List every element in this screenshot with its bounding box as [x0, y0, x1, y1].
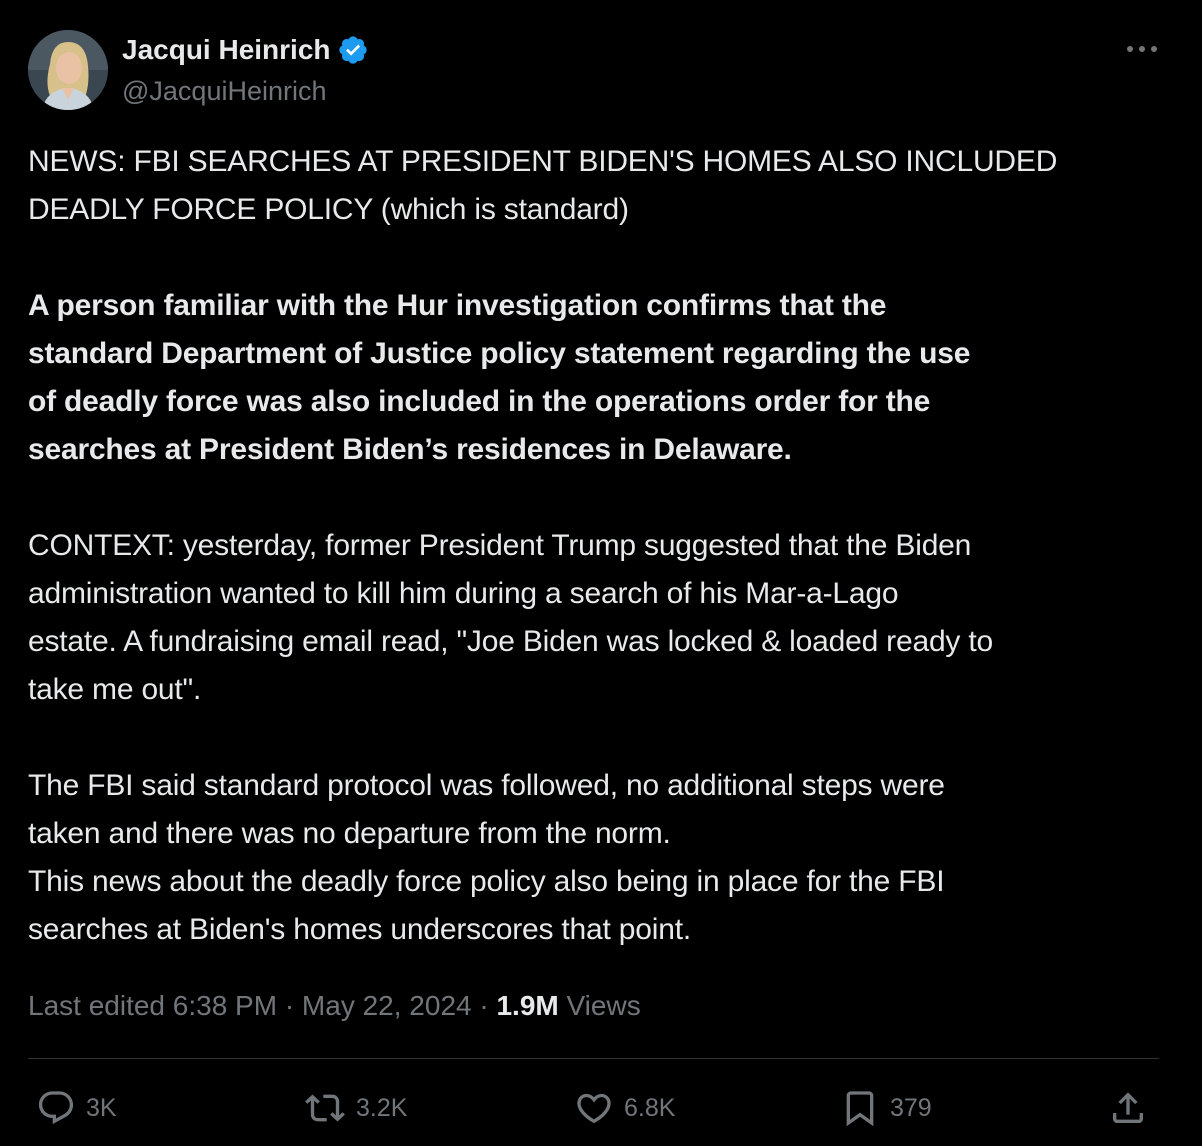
heart-icon [577, 1093, 611, 1124]
tweet-context-paragraph: CONTEXT: yesterday, former President Tru… [28, 529, 993, 706]
author-name[interactable]: Jacqui Heinrich [122, 30, 369, 70]
bookmark-count: 379 [890, 1093, 932, 1122]
tweet-container: Jacqui Heinrich @JacquiHeinrich NEWS: FB… [0, 0, 1202, 1146]
repost-count: 3.2K [356, 1093, 408, 1122]
more-options-button[interactable] [1122, 34, 1162, 64]
views-count: 1.9M [496, 990, 559, 1021]
reply-bubble-icon [38, 1091, 74, 1125]
bookmark-button[interactable]: 379 [840, 1080, 932, 1136]
repost-icon [305, 1094, 345, 1122]
reply-button[interactable]: 3K [36, 1080, 117, 1136]
author-display-name[interactable]: Jacqui Heinrich [122, 30, 331, 70]
share-button[interactable] [1108, 1080, 1148, 1136]
more-dots-icon [1127, 46, 1157, 52]
views-label: Views [558, 990, 641, 1021]
tweet-text: NEWS: FBI SEARCHES AT PRESIDENT BIDEN'S … [28, 138, 1178, 954]
divider [28, 1058, 1159, 1059]
tweet-meta: Last edited 6:38 PM · May 22, 2024 · 1.9… [28, 984, 641, 1028]
edited-timestamp[interactable]: Last edited 6:38 PM · May 22, 2024 · [28, 990, 496, 1021]
like-button[interactable]: 6.8K [574, 1080, 675, 1136]
share-upload-icon [1113, 1092, 1143, 1123]
avatar[interactable] [28, 30, 108, 110]
like-count: 6.8K [624, 1093, 676, 1122]
tweet-bold-paragraph: A person familiar with the Hur investiga… [28, 289, 971, 466]
author-handle[interactable]: @JacquiHeinrich [122, 72, 327, 110]
bookmark-icon [846, 1091, 874, 1127]
verified-badge-icon [338, 36, 367, 64]
action-bar: 3K 3.2K 6.8K 379 [0, 1080, 1202, 1136]
repost-button[interactable]: 3.2K [304, 1080, 407, 1136]
tweet-headline: NEWS: FBI SEARCHES AT PRESIDENT BIDEN'S … [28, 145, 1058, 226]
avatar-image [28, 30, 108, 110]
reply-count: 3K [86, 1093, 117, 1122]
tweet-closing-paragraph: The FBI said standard protocol was follo… [28, 769, 945, 946]
